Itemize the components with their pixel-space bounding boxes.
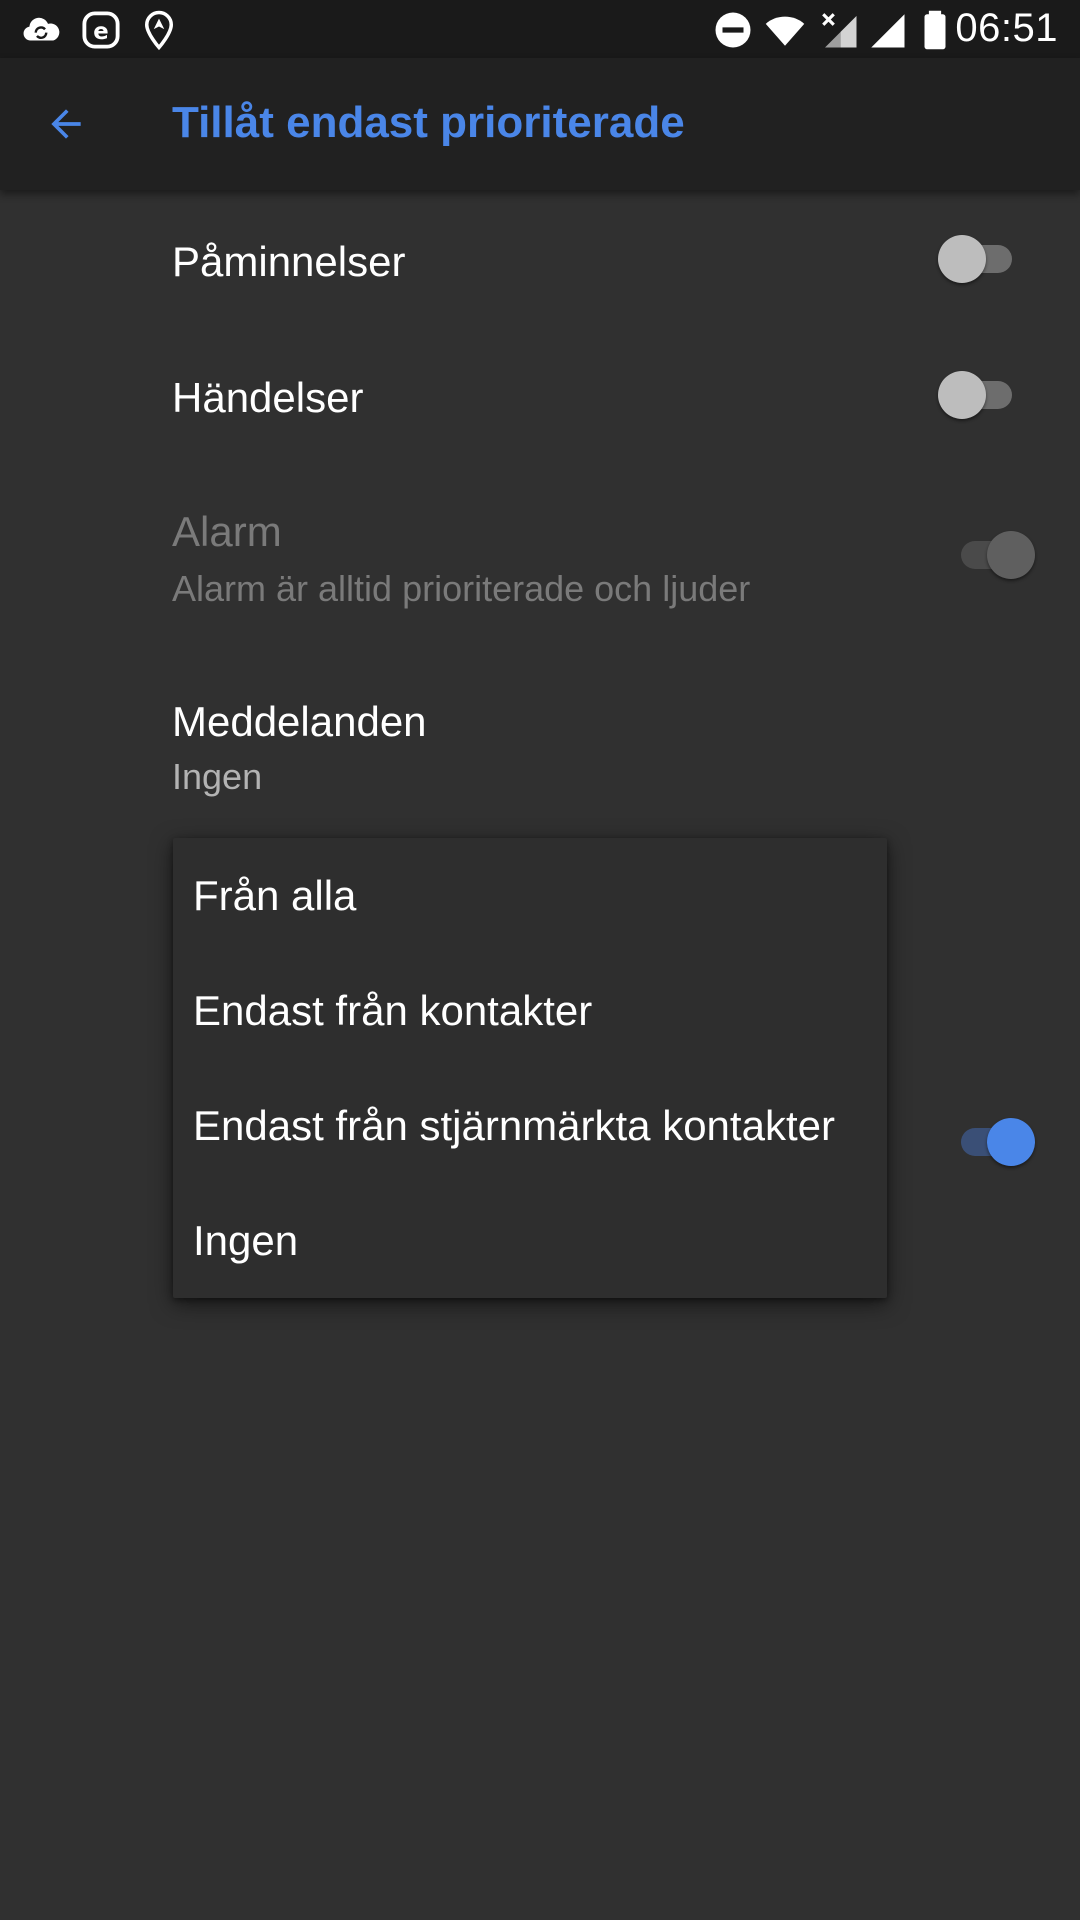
events-label: Händelser	[172, 374, 364, 421]
menu-item-contacts-only[interactable]: Endast från kontakter	[173, 953, 887, 1068]
menu-item-starred-contacts-only[interactable]: Endast från stjärnmärkta kontakter	[173, 1068, 887, 1183]
arrow-back-icon	[51, 109, 81, 139]
events-switch[interactable]	[938, 368, 1018, 422]
e-app-icon: e	[82, 11, 120, 49]
hidden-row-switch[interactable]	[955, 1115, 1035, 1169]
menu-item-label: Ingen	[193, 1217, 299, 1264]
toolbar: Tillåt endast prioriterade	[0, 58, 1080, 190]
battery-icon	[924, 10, 946, 50]
alarm-setting: Alarm Alarm är alltid prioriterade och l…	[0, 462, 1080, 648]
switch-thumb	[987, 1118, 1035, 1166]
wifi-icon	[765, 16, 805, 46]
alarm-summary: Alarm är alltid prioriterade och ljuder	[172, 568, 751, 609]
alarm-switch	[955, 528, 1035, 582]
events-setting[interactable]: Händelser	[0, 326, 1080, 462]
clock: 06:51	[955, 6, 1058, 50]
location-icon	[144, 10, 174, 51]
status-bar: e 06:51	[0, 0, 1080, 58]
menu-item-from-all[interactable]: Från alla	[173, 838, 887, 953]
signal-no-data-icon	[822, 13, 857, 48]
svg-text:e: e	[93, 19, 108, 45]
alarm-label: Alarm	[172, 508, 282, 555]
menu-item-none[interactable]: Ingen	[173, 1183, 887, 1298]
reminders-switch[interactable]	[938, 232, 1018, 286]
reminders-setting[interactable]: Påminnelser	[0, 190, 1080, 326]
back-button[interactable]	[36, 94, 96, 154]
menu-item-label: Endast från kontakter	[193, 987, 593, 1034]
cloud-sync-icon	[23, 17, 60, 41]
signal-icon	[871, 14, 905, 48]
do-not-disturb-icon	[715, 12, 751, 48]
menu-item-label: Endast från stjärnmärkta kontakter	[193, 1102, 835, 1149]
reminders-label: Påminnelser	[172, 238, 406, 285]
menu-item-label: Från alla	[193, 872, 357, 919]
switch-thumb	[938, 371, 986, 419]
messages-summary: Ingen	[172, 756, 263, 797]
page-title: Tillåt endast prioriterade	[172, 98, 685, 147]
messages-setting[interactable]: Meddelanden Ingen	[0, 648, 1080, 838]
messages-label: Meddelanden	[172, 698, 427, 745]
switch-thumb	[987, 531, 1035, 579]
messages-options-menu: Från alla Endast från kontakter Endast f…	[173, 838, 887, 1298]
switch-thumb	[938, 235, 986, 283]
